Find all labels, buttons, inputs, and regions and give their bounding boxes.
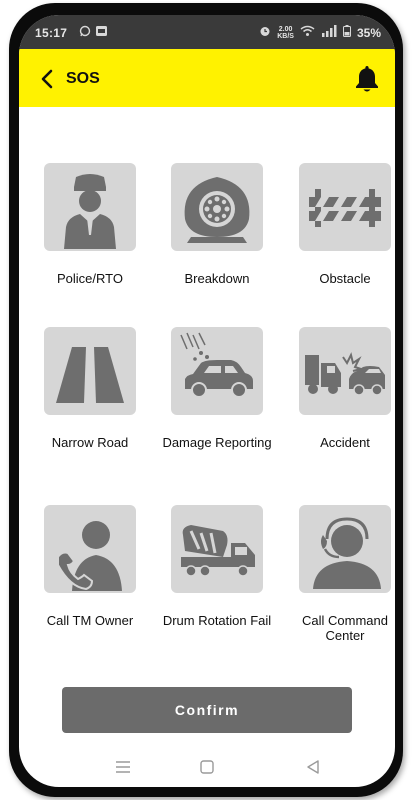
alarm-icon (259, 25, 271, 40)
confirm-button[interactable]: Confirm (62, 687, 352, 733)
tile-label: Obstacle (319, 271, 371, 286)
call-person-icon (57, 521, 122, 591)
status-right-icons: 2.00 KB/S 35% (259, 25, 381, 40)
bell-icon (356, 66, 378, 92)
battery-percent: 35% (356, 25, 381, 40)
tile-label: Narrow Road (51, 435, 129, 450)
net-speed-value: 2.00 (278, 25, 293, 33)
tile-label: Call TM Owner (46, 613, 134, 628)
gallery-icon (95, 25, 108, 40)
tile-call-tm-owner-image (44, 505, 136, 593)
tile-police-rto-image (44, 163, 136, 251)
nav-back-button[interactable] (301, 757, 325, 777)
battery-icon (342, 25, 351, 40)
back-chevron-icon (41, 69, 53, 89)
tyre-icon (184, 177, 250, 243)
tile-label: Drum Rotation Fail (162, 613, 272, 628)
wifi-icon (300, 25, 315, 40)
screen: 15:17 2.00 KB/S 35% SOS Police/RTO Break… (19, 15, 395, 787)
whatsapp-icon (79, 25, 91, 40)
home-icon (200, 760, 214, 774)
nav-menu-button[interactable] (111, 757, 135, 777)
road-icon (56, 347, 124, 403)
tile-drum-rotation-fail-image (171, 505, 263, 593)
tile-damage-reporting-image (171, 327, 263, 415)
tile-narrow-road-image (44, 327, 136, 415)
app-bar: SOS (19, 49, 395, 107)
headset-person-icon (313, 517, 381, 589)
mixer-truck-icon (181, 525, 255, 577)
status-left-icons (79, 25, 108, 40)
back-icon (307, 760, 319, 774)
police-icon (64, 174, 116, 249)
sos-grid: Police/RTO Breakdown Obstacle Narrow Roa… (19, 107, 395, 707)
barrier-icon (309, 189, 381, 227)
accident-icon (305, 352, 385, 396)
page-title: SOS (66, 70, 100, 87)
status-time: 15:17 (35, 26, 68, 40)
tile-breakdown-image (171, 163, 263, 251)
tile-label: Breakdown (184, 271, 250, 286)
tile-label: Accident (320, 435, 370, 450)
tile-accident-image (299, 327, 391, 415)
net-speed-unit: KB/S (277, 32, 294, 40)
menu-icon (116, 761, 130, 773)
back-button[interactable] (35, 66, 61, 92)
phone-frame: 15:17 2.00 KB/S 35% SOS Police/RTO Break… (9, 3, 403, 797)
net-speed: 2.00 KB/S (277, 26, 294, 40)
tile-call-command-center-image (299, 505, 391, 593)
tile-obstacle-image (299, 163, 391, 251)
nav-bar (19, 749, 395, 787)
signal-icon (321, 25, 337, 40)
tile-label: Call Command Center (302, 613, 388, 643)
status-bar: 15:17 2.00 KB/S 35% (19, 15, 395, 49)
notification-button[interactable] (353, 64, 381, 94)
tile-label: Damage Reporting (162, 435, 272, 450)
nav-home-button[interactable] (195, 757, 219, 777)
tile-label: Police/RTO (57, 271, 123, 286)
car-damage-icon (180, 332, 253, 398)
